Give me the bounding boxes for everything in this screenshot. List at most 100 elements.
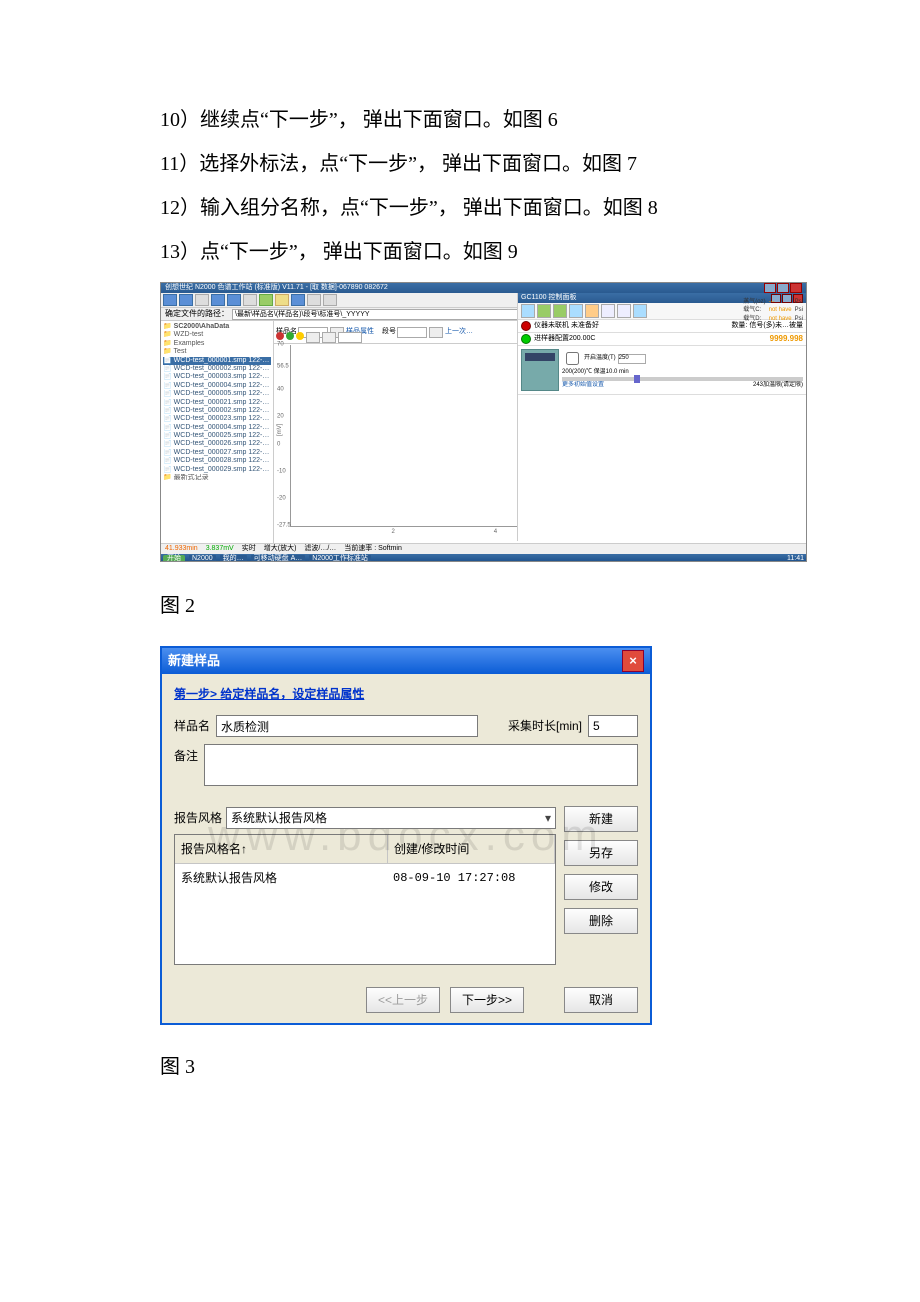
figure-3-caption: 图 3 (160, 1047, 760, 1087)
dot-green-icon[interactable] (286, 332, 294, 340)
collect-time-input[interactable] (588, 715, 638, 737)
ytick: 70 (277, 341, 284, 348)
maximize-button[interactable] (777, 283, 789, 293)
dot-red-icon[interactable] (276, 332, 284, 340)
cancel-button[interactable]: 取消 (564, 987, 638, 1013)
modify-button[interactable]: 修改 (564, 874, 638, 900)
temp-slider[interactable] (562, 377, 803, 381)
report-style-list[interactable]: 报告风格名↑ 创建/修改时间 系统默认报告风格 08-09-10 17:27:0… (174, 834, 556, 965)
toolbar-icon[interactable] (291, 294, 305, 306)
limit-label: 243加温限(请定限) (753, 382, 803, 389)
tree-folder[interactable]: Test (163, 348, 271, 356)
yunit: [mV] (277, 423, 284, 435)
field-label: 开启温度(T) (584, 355, 616, 362)
ytick: 40 (277, 387, 284, 394)
tree-folder[interactable]: WZD-test (163, 331, 271, 339)
toolbar-icon[interactable] (617, 304, 631, 318)
status-text: 增大(放大) (264, 545, 297, 553)
tree-file[interactable]: WCD-test_000001.smp 122-12-04 10:2 (163, 357, 271, 365)
status-led-icon (521, 321, 531, 331)
toolbar-icon[interactable] (179, 294, 193, 306)
toolbar-icon[interactable] (569, 304, 583, 318)
toolbar-icon[interactable] (323, 294, 337, 306)
tree-file[interactable]: WCD-test_000021.smp 122-12-04 10:2 (163, 399, 271, 407)
toolbar-icon[interactable] (307, 294, 321, 306)
delete-button[interactable]: 删除 (564, 908, 638, 934)
chart-btn[interactable] (429, 327, 443, 338)
ytick: -20 (277, 495, 286, 502)
toolbar-icon[interactable] (275, 294, 289, 306)
list-col-time[interactable]: 创建/修改时间 (388, 835, 555, 863)
toolbar-icon[interactable] (227, 294, 241, 306)
collect-time-label: 采集时长[min] (508, 714, 582, 738)
taskbar-task[interactable]: 可移动硬盘 A… (251, 555, 306, 562)
status-time: 41.933min (165, 545, 198, 553)
sample-name-input[interactable] (216, 715, 478, 737)
tree-file[interactable]: WCD-test_000002.smp 122-12-04 10:3 (163, 407, 271, 415)
taskbar-task[interactable]: N2000 (189, 555, 216, 562)
status-mode: 实时 (242, 545, 256, 553)
list-item[interactable]: 系统默认报告风格 08-09-10 17:27:08 (175, 864, 555, 892)
tree-file[interactable]: WCD-test_000004.smp 122-12-04 10:2 (163, 382, 271, 390)
file-tree[interactable]: SC2000\AhaData WZD-test Examples Test WC… (161, 321, 274, 543)
readout-key: 蒸气(oz) (743, 299, 765, 306)
instrument-status-row: 仪器未联机 未准备好 数量: 信号(多)未…被量 (518, 320, 806, 333)
tree-folder[interactable]: Examples (163, 340, 271, 348)
close-icon[interactable]: × (622, 650, 644, 672)
chart-btn[interactable] (322, 332, 336, 343)
ytick: -10 (277, 468, 286, 475)
toolbar-icon[interactable] (211, 294, 225, 306)
toolbar-icon[interactable] (585, 304, 599, 318)
tree-folder[interactable]: 最新式记录 (163, 474, 271, 482)
chart-link-last[interactable]: 上一次… (445, 328, 473, 336)
tree-file[interactable]: WCD-test_000002.smp 122-12-04 10:3 (163, 365, 271, 373)
tree-file[interactable]: WCD-test_000023.smp 122-12-04 10:5 (163, 415, 271, 423)
saveas-button[interactable]: 另存 (564, 840, 638, 866)
tree-file[interactable]: WCD-test_000027.smp 122-12-04 10:3 (163, 449, 271, 457)
step-link[interactable]: 第一步> 给定样品名，设定样品属性 (174, 682, 364, 706)
close-button[interactable] (790, 283, 802, 293)
instrument-panel: GC1100 控制面板 蒸气(oz)---Psi 载气C:not havePsi (517, 293, 806, 541)
paragraph-11: 11）选择外标法，点“下一步”， 弹出下面窗口。如图 7 (160, 144, 760, 184)
minimize-button[interactable] (764, 283, 776, 293)
toolbar-icon[interactable] (259, 294, 273, 306)
report-style-label: 报告风格 (174, 806, 222, 830)
taskbar-task[interactable]: 我的… (220, 555, 247, 562)
list-col-name[interactable]: 报告风格名↑ (175, 835, 388, 863)
tree-file[interactable]: WCD-test_000026.smp 122-12-04 10:2 (163, 440, 271, 448)
toolbar-icon[interactable] (243, 294, 257, 306)
ytick: 56.5 (277, 363, 289, 370)
tree-file[interactable]: WCD-test_000028.smp 122-12-04 10:5 (163, 457, 271, 465)
chart-btn[interactable] (306, 332, 320, 343)
toolbar-icon[interactable] (195, 294, 209, 306)
tree-file[interactable]: WCD-test_000003.smp 122-12-04 10:5 (163, 373, 271, 381)
next-button[interactable]: 下一步>> (450, 987, 524, 1013)
tree-file[interactable]: WCD-test_000029.smp 122-12-04 10:2 (163, 466, 271, 474)
prev-button[interactable]: <<上一步 (366, 987, 440, 1013)
more-link[interactable]: 更多初始值设置 (562, 382, 604, 389)
dot-yellow-icon[interactable] (296, 332, 304, 340)
start-button[interactable]: 开始 (163, 555, 185, 562)
toolbar-icon[interactable] (633, 304, 647, 318)
figure-2-caption: 图 2 (160, 586, 760, 626)
tree-file[interactable]: WCD-test_000004.smp 122-12-04 10:2 (163, 424, 271, 432)
memo-textarea[interactable] (204, 744, 638, 786)
software-title-text: 创想世纪 N2000 色谱工作站 (标准版) V11.71 - [取 数据]-0… (165, 284, 388, 292)
toolbar-icon[interactable] (521, 304, 535, 318)
toolbar-icon[interactable] (553, 304, 567, 318)
checkbox[interactable] (566, 352, 579, 365)
toolbar-icon[interactable] (537, 304, 551, 318)
tree-file[interactable]: WCD-test_000025.smp 122-12-04 10:3 (163, 432, 271, 440)
report-style-combo[interactable]: 系统默认报告风格 (226, 807, 556, 829)
readout-grid: 蒸气(oz)---Psi 载气C:not havePsi 载气D:not hav… (743, 299, 803, 323)
seq-combo[interactable] (397, 327, 427, 338)
new-button[interactable]: 新建 (564, 806, 638, 832)
toolbar-icon[interactable] (601, 304, 615, 318)
taskbar-task[interactable]: N2000工作标准站 (309, 555, 371, 562)
toolbar-icon[interactable] (163, 294, 177, 306)
figure-3: www.bdocx.com 新建样品 × 第一步> 给定样品名，设定样品属性 样… (160, 646, 652, 1025)
zoom-combo[interactable] (338, 332, 362, 343)
temp-box[interactable]: 250 (618, 354, 646, 364)
tree-root[interactable]: SC2000\AhaData (163, 323, 271, 331)
tree-file[interactable]: WCD-test_000005.smp 122-12-04 10:3 (163, 390, 271, 398)
